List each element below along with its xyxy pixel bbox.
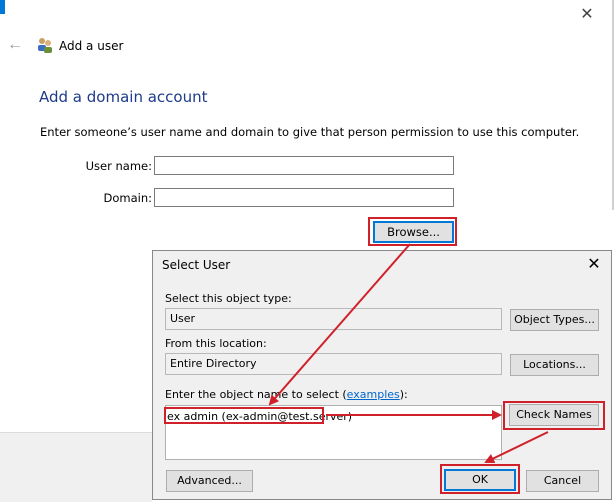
user-name-input[interactable] <box>154 156 454 175</box>
cancel-button[interactable]: Cancel <box>526 470 599 492</box>
advanced-button[interactable]: Advanced... <box>166 470 253 492</box>
object-type-field: User <box>165 308 502 330</box>
object-type-label: Select this object type: <box>165 292 292 305</box>
window-footer <box>0 432 152 502</box>
users-icon <box>36 37 54 53</box>
instructions-text: Enter someone’s user name and domain to … <box>40 125 580 139</box>
window-title: Add a user <box>59 39 124 53</box>
check-names-highlight-box <box>503 401 605 430</box>
close-icon[interactable]: ✕ <box>576 4 598 26</box>
user-name-label: User name: <box>85 159 152 173</box>
ok-highlight-box <box>440 464 520 494</box>
examples-link[interactable]: examples <box>347 388 400 401</box>
window-accent-strip <box>0 0 5 14</box>
entered-name-highlight-box <box>164 407 324 424</box>
object-types-button[interactable]: Object Types... <box>510 309 599 331</box>
domain-input[interactable] <box>154 188 454 207</box>
locations-button[interactable]: Locations... <box>510 354 599 376</box>
enter-label-suffix: ): <box>399 388 408 401</box>
dialog-close-icon[interactable]: ✕ <box>584 255 604 275</box>
enter-label-prefix: Enter the object name to select ( <box>165 388 347 401</box>
dialog-title: Select User <box>162 258 231 272</box>
page-heading: Add a domain account <box>39 88 208 106</box>
back-arrow-icon[interactable]: ← <box>7 36 25 54</box>
location-field: Entire Directory <box>165 353 502 375</box>
enter-object-name-label: Enter the object name to select (example… <box>165 388 408 401</box>
domain-label: Domain: <box>103 191 153 205</box>
location-label: From this location: <box>165 337 267 350</box>
browse-highlight-box <box>368 217 457 246</box>
